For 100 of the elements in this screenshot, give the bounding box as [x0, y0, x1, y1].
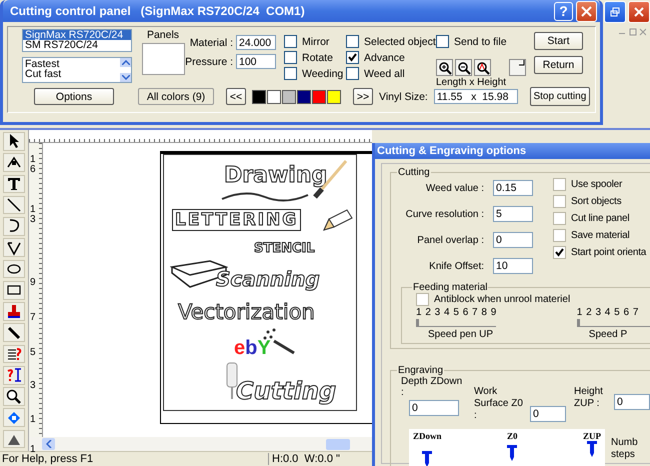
checkbox[interactable]	[553, 229, 566, 242]
checkbox[interactable]	[346, 35, 359, 48]
scroll-thumb[interactable]	[326, 438, 350, 450]
checkbox[interactable]	[284, 67, 297, 80]
options-button[interactable]: Options	[34, 88, 114, 105]
steps-label: Numb steps	[611, 437, 639, 462]
ellipse-tool-icon[interactable]	[3, 260, 25, 278]
input-field[interactable]: 0	[614, 394, 650, 410]
diagram-label: ZUP	[582, 431, 601, 441]
previous-colors-button[interactable]: <<	[226, 88, 246, 105]
checkbox-label: Rotate	[302, 52, 333, 64]
input-field[interactable]: 10	[493, 258, 533, 274]
checkbox[interactable]	[436, 35, 449, 48]
input-field[interactable]: 0	[530, 406, 566, 422]
stop-cutting-button[interactable]: Stop cutting	[530, 87, 590, 106]
start-button[interactable]: Start	[534, 32, 583, 50]
checkbox[interactable]	[553, 212, 566, 225]
text-tool-icon[interactable]	[3, 174, 25, 194]
checkbox-label: Weeding	[302, 68, 344, 80]
checkbox[interactable]	[553, 195, 566, 208]
checkbox[interactable]	[346, 51, 359, 64]
line-tool-icon[interactable]	[3, 196, 25, 214]
slider-thumb[interactable]	[576, 319, 580, 326]
field-label: Depth ZDown :	[401, 376, 464, 398]
node-tool-icon[interactable]	[3, 153, 25, 172]
diagram-label: ZDown	[413, 431, 442, 441]
speed-item[interactable]: Cut fast	[23, 69, 120, 79]
status-text: For Help, press F1	[2, 453, 94, 465]
logo-text: ebY	[234, 337, 271, 360]
knife-tool-icon[interactable]	[3, 323, 25, 342]
checkbox[interactable]	[284, 51, 297, 64]
color-swatch[interactable]	[297, 90, 311, 104]
color-swatch[interactable]	[312, 90, 326, 104]
ruler-label: 13	[30, 205, 37, 225]
input-field[interactable]: 0	[409, 400, 459, 416]
scroll-down-icon[interactable]	[120, 73, 131, 82]
device-item[interactable]: SM RS720C/24	[23, 40, 131, 50]
diamond-tool-icon[interactable]	[3, 408, 25, 428]
zoom-in-icon[interactable]	[436, 59, 453, 76]
field-label: Panel overlap :	[417, 234, 484, 246]
pointer-tool-icon[interactable]	[3, 132, 25, 151]
bezier-tool-icon[interactable]	[3, 238, 25, 257]
stamp-tool-icon[interactable]	[3, 302, 25, 321]
checkbox-label: Advance	[364, 52, 405, 64]
color-swatch[interactable]	[252, 90, 266, 104]
checkbox[interactable]	[553, 178, 566, 191]
pin-icon	[421, 451, 434, 466]
slider-label: Speed P	[588, 329, 628, 340]
arc-tool-icon[interactable]	[3, 217, 25, 236]
speed-item[interactable]: Fastest	[23, 59, 120, 69]
window-title: Cutting control panel (SignMax RS720C/24 COM1)	[10, 4, 306, 18]
scroll-left-icon[interactable]	[42, 438, 55, 450]
diagram-label: Z0	[506, 431, 518, 441]
restore-icon[interactable]	[604, 1, 626, 23]
checkbox[interactable]	[553, 246, 566, 259]
corner-button[interactable]	[509, 59, 526, 76]
checkbox-label: Cut line panel	[571, 213, 630, 224]
window-title: Cutting & Engraving options	[377, 145, 526, 157]
ruler-label: 16	[30, 155, 37, 175]
zoom-fit-icon[interactable]	[474, 59, 491, 76]
slider-thumb[interactable]	[416, 319, 419, 326]
field-label: Weed value :	[426, 182, 484, 194]
checkbox-label: Start point orienta	[571, 247, 646, 258]
list-scrollbar[interactable]	[120, 58, 131, 82]
ruler-label: 5	[30, 348, 37, 358]
close-icon[interactable]	[628, 1, 650, 23]
input-field[interactable]: 0	[493, 232, 533, 248]
group-title: Feeding material	[412, 282, 488, 293]
scroll-up-icon[interactable]	[120, 58, 131, 67]
checkbox-label: Mirror	[302, 36, 330, 48]
panels-label: Panels	[146, 29, 180, 41]
color-swatch[interactable]	[267, 90, 281, 104]
checkbox[interactable]	[346, 67, 359, 80]
checkbox-label: Send to file	[454, 36, 507, 48]
checkbox-label: Selected object	[364, 36, 436, 48]
material-field[interactable]: 24.000	[236, 35, 276, 50]
checkbox-label: Use spooler	[571, 179, 622, 190]
input-field[interactable]: 0.15	[493, 180, 533, 196]
checkbox[interactable]	[416, 293, 429, 306]
pressure-field[interactable]: 100	[236, 54, 276, 69]
vinyl-size-field[interactable]: 11.55 x 15.98	[434, 89, 518, 104]
artwork-text: LETTERING	[172, 209, 302, 231]
horizontal-scrollbar[interactable]	[29, 437, 372, 451]
close-icon[interactable]	[576, 0, 597, 22]
device-item[interactable]: SignMax RS720C/24	[23, 30, 131, 40]
checkbox[interactable]	[284, 35, 297, 48]
zoom-tool-icon[interactable]	[3, 387, 25, 406]
color-swatch[interactable]	[282, 90, 296, 104]
zoom-out-icon[interactable]	[455, 59, 472, 76]
rect-tool-icon[interactable]	[3, 280, 25, 300]
help-button[interactable]: ?	[554, 2, 573, 20]
all-colors-button[interactable]: All colors (9)	[138, 88, 214, 105]
slider-scale: 1 2 3 4 5 6 7 8 9	[416, 307, 497, 318]
pin-icon	[586, 441, 598, 457]
next-colors-button[interactable]: >>	[353, 88, 373, 105]
input-field[interactable]: 5	[493, 206, 533, 222]
artwork-text: STENCIL	[254, 241, 315, 256]
field-label: Material :	[190, 36, 233, 48]
color-swatch[interactable]	[327, 90, 341, 104]
return-button[interactable]: Return	[534, 56, 583, 74]
